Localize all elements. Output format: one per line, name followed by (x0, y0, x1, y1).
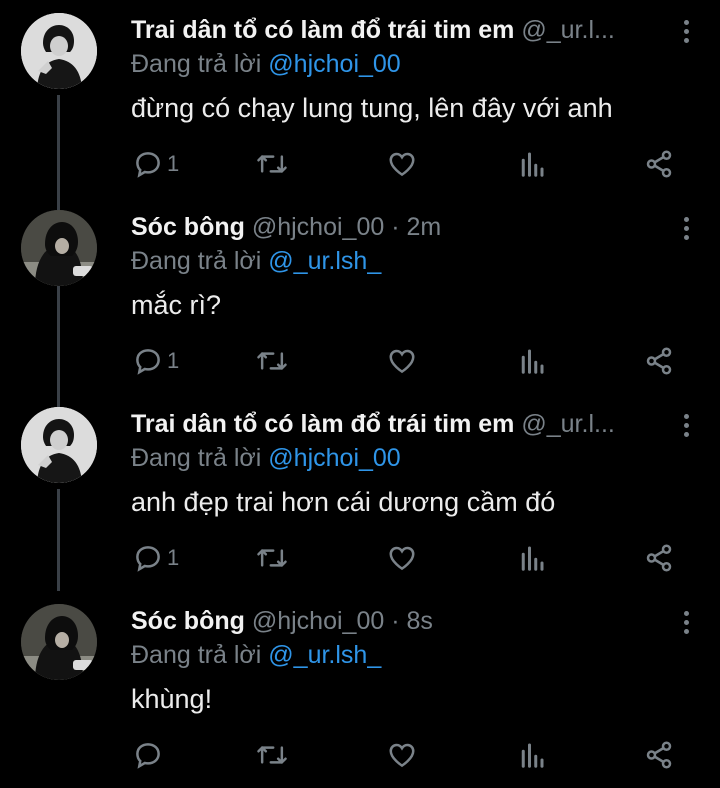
handle-time: @hjchoi_00 · 2m (251, 213, 442, 241)
tweet[interactable]: Trai dân tổ có làm đổ trái tim em @_ur.l… (0, 394, 720, 591)
mention-link[interactable]: @_ur.lsh_ (268, 247, 381, 275)
share-button[interactable] (644, 148, 674, 180)
analytics-button[interactable] (517, 542, 547, 574)
retweet-icon (257, 155, 287, 173)
reply-prefix: Đang trả lời (131, 444, 262, 472)
analytics-icon (521, 152, 544, 177)
share-button[interactable] (644, 345, 674, 377)
more-icon[interactable] (682, 414, 690, 440)
reply-count: 1 (167, 151, 180, 176)
reply-button[interactable] (133, 739, 167, 771)
reply-prefix: Đang trả lời (131, 247, 262, 275)
reply-prefix: Đang trả lời (131, 50, 262, 78)
retweet-button[interactable] (256, 345, 288, 377)
tweet[interactable]: Sóc bông @hjchoi_00 · 8s Đang trả lời @_… (0, 591, 720, 788)
thread-line (57, 489, 60, 591)
reply-icon (136, 743, 160, 769)
tweet-actions: 1 (0, 345, 720, 377)
handle-time: @_ur.l... (521, 410, 615, 438)
retweet-icon (257, 352, 287, 370)
share-button[interactable] (644, 542, 674, 574)
tweet-header: Sóc bông @hjchoi_00 · 8s (131, 605, 660, 637)
tweet-text: anh đẹp trai hơn cái dương cầm đó (131, 487, 556, 517)
like-button[interactable] (387, 345, 417, 377)
more-icon[interactable] (682, 217, 690, 243)
like-button[interactable] (387, 148, 417, 180)
tweet-text: mắc rì? (131, 290, 222, 320)
analytics-icon (521, 349, 544, 374)
share-icon (646, 150, 672, 178)
reply-prefix: Đang trả lời (131, 641, 262, 669)
tweet-text: đừng có chạy lung tung, lên đây với anh (131, 93, 613, 123)
display-name[interactable]: Trai dân tổ có làm đổ trái tim em (131, 16, 514, 44)
display-name[interactable]: Sóc bông (131, 213, 245, 241)
share-icon (646, 741, 672, 769)
retweet-button[interactable] (256, 739, 288, 771)
display-name[interactable]: Trai dân tổ có làm đổ trái tim em (131, 410, 514, 438)
tweet-header: Trai dân tổ có làm đổ trái tim em @_ur.l… (131, 14, 660, 46)
tweet[interactable]: Sóc bông @hjchoi_00 · 2m Đang trả lời @_… (0, 197, 720, 407)
handle-time: @hjchoi_00 · 8s (251, 607, 433, 635)
like-button[interactable] (387, 739, 417, 771)
analytics-button[interactable] (517, 148, 547, 180)
reply-icon (136, 349, 160, 375)
replying-to: Đang trả lời @_ur.lsh_ (131, 245, 381, 277)
like-icon (389, 546, 415, 571)
tweet-actions: 1 (0, 542, 720, 574)
tweet-text: khùng! (131, 684, 213, 714)
like-icon (389, 743, 415, 768)
avatar[interactable] (21, 210, 97, 286)
avatar[interactable] (21, 407, 97, 483)
share-icon (646, 347, 672, 375)
avatar[interactable] (21, 13, 97, 89)
more-icon[interactable] (682, 20, 690, 46)
share-icon (646, 544, 672, 572)
mention-link[interactable]: @hjchoi_00 (268, 444, 400, 472)
reply-icon (136, 152, 160, 178)
analytics-button[interactable] (517, 739, 547, 771)
retweet-icon (257, 746, 287, 764)
analytics-icon (521, 743, 544, 768)
retweet-icon (257, 549, 287, 567)
like-icon (389, 152, 415, 177)
avatar-image (21, 407, 97, 483)
display-name[interactable]: Sóc bông (131, 607, 245, 635)
mention-link[interactable]: @hjchoi_00 (268, 50, 400, 78)
reply-button[interactable]: 1 (133, 542, 179, 574)
avatar-image (21, 13, 97, 89)
reply-button[interactable]: 1 (133, 345, 179, 377)
reply-button[interactable]: 1 (133, 148, 179, 180)
avatar[interactable] (21, 604, 97, 680)
mention-link[interactable]: @_ur.lsh_ (268, 641, 381, 669)
retweet-button[interactable] (256, 542, 288, 574)
share-button[interactable] (644, 739, 674, 771)
handle-time: @_ur.l... (521, 16, 615, 44)
retweet-button[interactable] (256, 148, 288, 180)
more-icon[interactable] (682, 611, 690, 637)
tweet-header: Trai dân tổ có làm đổ trái tim em @_ur.l… (131, 408, 660, 440)
avatar-image (21, 604, 97, 680)
reply-count: 1 (167, 545, 180, 570)
like-button[interactable] (387, 542, 417, 574)
reply-icon (136, 546, 160, 572)
analytics-icon (521, 546, 544, 571)
tweet-header: Sóc bông @hjchoi_00 · 2m (131, 211, 660, 243)
tweet-actions: 1 (0, 148, 720, 180)
thread-line (57, 95, 60, 197)
replying-to: Đang trả lời @hjchoi_00 (131, 48, 401, 80)
like-icon (389, 349, 415, 374)
analytics-button[interactable] (517, 345, 547, 377)
tweet[interactable]: Trai dân tổ có làm đổ trái tim em @_ur.l… (0, 0, 720, 197)
replying-to: Đang trả lời @hjchoi_00 (131, 442, 401, 474)
reply-count: 1 (167, 348, 180, 373)
tweet-actions (0, 739, 720, 771)
replying-to: Đang trả lời @_ur.lsh_ (131, 639, 381, 671)
avatar-image (21, 210, 97, 286)
